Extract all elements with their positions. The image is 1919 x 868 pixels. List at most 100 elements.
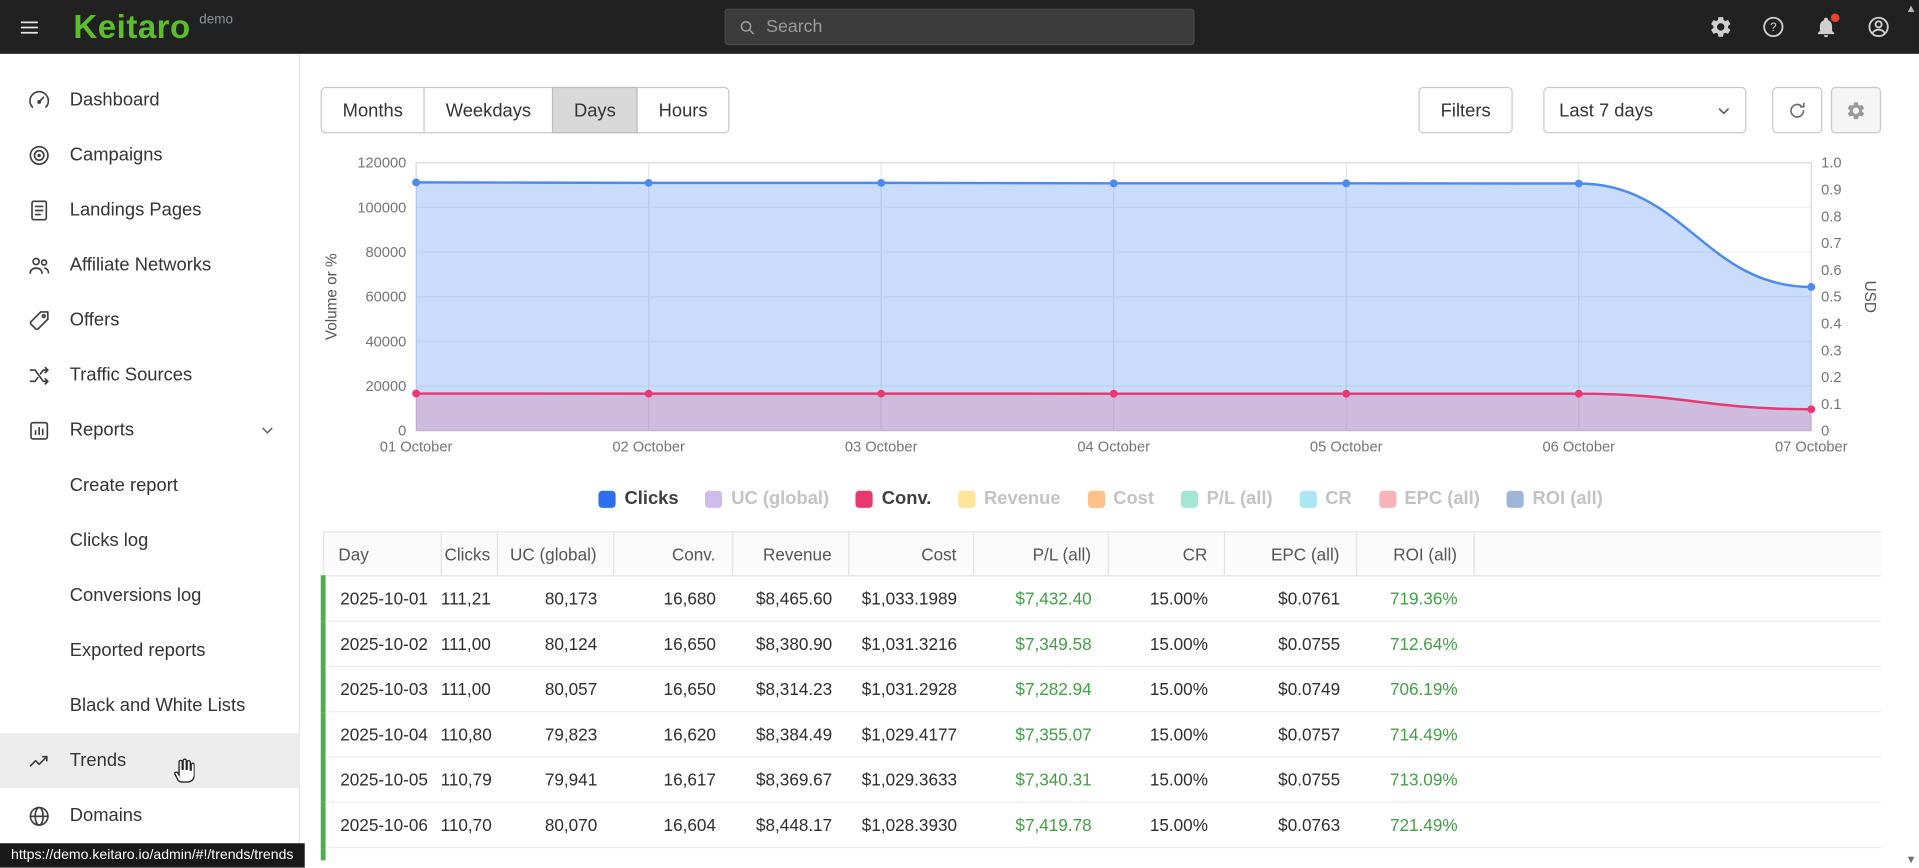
- toolbar: Months Weekdays Days Hours Filters Last 7 d…: [320, 86, 1882, 134]
- left-axis-tick-label: 100000: [357, 200, 406, 216]
- table-cell-clicks: 111,00: [440, 621, 497, 667]
- scrollbar-down-arrow[interactable]: ▼: [1906, 853, 1917, 865]
- tab-months[interactable]: Months: [320, 86, 425, 134]
- legend-item-revenue[interactable]: Revenue: [958, 488, 1061, 509]
- chart-settings-button[interactable]: [1830, 86, 1882, 134]
- table-cell-cost: $597.6002: [848, 847, 973, 861]
- column-header-uc-global[interactable]: UC (global): [496, 531, 614, 577]
- notifications-button[interactable]: [1813, 13, 1840, 40]
- user-icon: [1868, 16, 1889, 38]
- table-cell-conv: 9,641: [613, 847, 732, 861]
- legend-item-conv[interactable]: Conv.: [856, 488, 931, 509]
- scrollbar-up-arrow[interactable]: ▲: [1906, 2, 1917, 14]
- column-header-cr[interactable]: CR: [1107, 531, 1225, 577]
- topbar-actions: ?: [1707, 13, 1919, 40]
- table-cell-cost: $1,028.3930: [848, 802, 973, 849]
- table-cell-uc-global: 80,070: [496, 802, 614, 849]
- column-header-cost[interactable]: Cost: [848, 531, 974, 577]
- series-point-conv: [1342, 389, 1351, 398]
- table-cell-p-l-all: $4,300.74: [972, 847, 1108, 861]
- series-point-clicks: [877, 178, 886, 187]
- table-cell-spacer: [1473, 666, 1882, 713]
- search-icon: [740, 20, 755, 34]
- column-header-conv[interactable]: Conv.: [613, 531, 733, 577]
- sidebar-item-domains[interactable]: Domains: [0, 788, 299, 843]
- table-cell-clicks: 110,79: [440, 756, 497, 803]
- table-row[interactable]: 2025-10-05 110,79 79,941 16,617 $8,369.67 $1,…: [320, 756, 1882, 803]
- sidebar-item-label: Clicks log: [69, 529, 149, 551]
- table-row[interactable]: 2025-10-06 110,70 80,070 16,604 $8,448.17 $1,…: [320, 802, 1882, 849]
- tab-weekdays[interactable]: Weekdays: [423, 86, 554, 134]
- table-row[interactable]: 2025-10-04 110,80 79,823 16,620 $8,384.49 $1,…: [320, 711, 1882, 758]
- sidebar-item-dashboard[interactable]: Dashboard: [0, 72, 299, 127]
- help-button[interactable]: ?: [1760, 13, 1787, 40]
- sidebar-item-exported-reports[interactable]: Exported reports: [0, 623, 299, 678]
- legend-label: ROI (all): [1532, 488, 1603, 510]
- series-point-conv: [1807, 405, 1816, 414]
- keitaro-logo[interactable]: Keitaro demo: [73, 9, 233, 46]
- sidebar-item-clicks-log[interactable]: Clicks log: [0, 513, 299, 568]
- sidebar-item-campaigns[interactable]: Campaigns: [0, 127, 299, 182]
- legend-item-p-l-all[interactable]: P/L (all): [1180, 488, 1273, 509]
- tab-days[interactable]: Days: [551, 86, 638, 134]
- legend-item-clicks[interactable]: Clicks: [598, 488, 679, 509]
- table-row[interactable]: 2025-10-03 111,00 80,057 16,650 $8,314.23 $1,…: [320, 666, 1882, 713]
- legend-item-epc-all[interactable]: EPC (all): [1378, 488, 1480, 509]
- sidebar-item-label: Dashboard: [69, 89, 160, 111]
- series-point-conv: [1574, 389, 1583, 398]
- sidebar-item-trends[interactable]: Trends: [0, 733, 299, 789]
- sidebar-item-traffic-sources[interactable]: Traffic Sources: [0, 348, 299, 403]
- sidebar-item-create-report[interactable]: Create report: [0, 458, 299, 513]
- table-cell-roi-all: 713.09%: [1356, 756, 1474, 803]
- column-header-p-l-all[interactable]: P/L (all): [972, 531, 1109, 577]
- sidebar-item-offers[interactable]: Offers: [0, 293, 299, 348]
- traffic-icon: [27, 363, 51, 387]
- legend-item-uc-global[interactable]: UC (global): [705, 488, 829, 509]
- column-header-epc-all[interactable]: EPC (all): [1223, 531, 1357, 577]
- status-url-tooltip: https://demo.keitaro.io/admin/#!/trends/…: [0, 843, 305, 868]
- column-header-clicks[interactable]: Clicks: [440, 531, 498, 577]
- table-cell-p-l-all: $7,432.40: [972, 575, 1108, 622]
- settings-button[interactable]: [1707, 13, 1734, 40]
- legend-item-cr[interactable]: CR: [1299, 488, 1352, 509]
- table-cell-day: 2025-10-05: [320, 756, 441, 803]
- table-cell-revenue: $8,380.90: [731, 621, 849, 667]
- notification-badge: [1830, 13, 1840, 23]
- table-cell-spacer: [1473, 575, 1882, 622]
- right-axis-tick-label: 1.0: [1821, 156, 1841, 172]
- column-header-day[interactable]: Day: [322, 531, 442, 577]
- sidebar-item-reports[interactable]: Reports: [0, 403, 299, 458]
- legend-item-cost[interactable]: Cost: [1087, 488, 1154, 509]
- refresh-button[interactable]: [1772, 86, 1823, 134]
- table-row[interactable]: 2025-10-0764,4146,4579,641$4,898.34$597.…: [320, 847, 1882, 861]
- sidebar-item-affiliate-networks[interactable]: Affiliate Networks: [0, 237, 299, 292]
- legend-item-roi-all[interactable]: ROI (all): [1506, 488, 1603, 510]
- hamburger-menu-button[interactable]: [0, 0, 59, 54]
- table-cell-uc-global: 80,124: [496, 621, 614, 667]
- date-range-select[interactable]: Last 7 days: [1543, 86, 1747, 134]
- trends-table: Day Clicks UC (global) Conv. Revenue Cost P/L …: [320, 531, 1882, 861]
- x-axis-tick-label: 04 October: [1077, 440, 1150, 456]
- table-cell-roi-all: 719.70%: [1356, 847, 1474, 861]
- table-cell-revenue: $8,448.17: [731, 802, 849, 849]
- column-header-roi-all[interactable]: ROI (all): [1356, 531, 1475, 577]
- table-cell-clicks: 111,21: [440, 575, 497, 622]
- refresh-icon: [1790, 102, 1805, 118]
- tab-hours[interactable]: Hours: [636, 86, 730, 134]
- column-header-revenue[interactable]: Revenue: [731, 531, 849, 577]
- table-cell-revenue: $8,384.49: [731, 711, 849, 758]
- x-axis-tick-label: 01 October: [380, 440, 453, 456]
- table-cell-p-l-all: $7,349.58: [972, 621, 1108, 667]
- table-cell-uc-global: 79,941: [496, 756, 614, 803]
- series-point-conv: [412, 389, 421, 398]
- search-input[interactable]: [766, 17, 1182, 37]
- sidebar-item-landings-pages[interactable]: Landings Pages: [0, 182, 299, 237]
- sidebar-item-black-and-white-lists[interactable]: Black and White Lists: [0, 678, 299, 733]
- sidebar-item-conversions-log[interactable]: Conversions log: [0, 568, 299, 623]
- table-row[interactable]: 2025-10-02 111,00 80,124 16,650 $8,380.90 $1,…: [320, 621, 1882, 667]
- series-point-conv: [877, 389, 886, 398]
- account-button[interactable]: [1865, 13, 1892, 40]
- legend-swatch: [598, 490, 616, 508]
- filters-button[interactable]: Filters: [1418, 86, 1513, 134]
- table-row[interactable]: 2025-10-01 111,21 80,173 16,680 $8,465.60 $1,…: [320, 575, 1882, 622]
